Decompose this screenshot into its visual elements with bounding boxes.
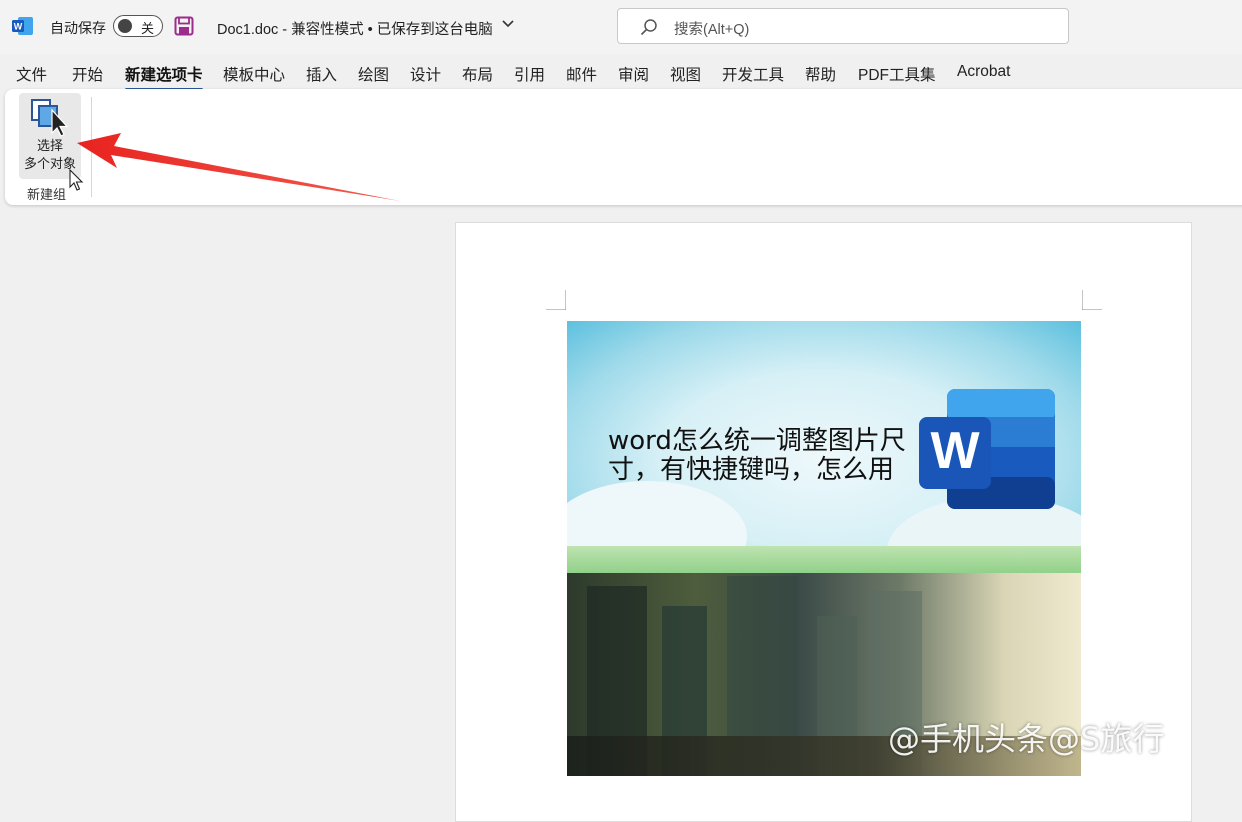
tab-references[interactable]: 引用 xyxy=(514,63,545,85)
tab-help[interactable]: 帮助 xyxy=(805,63,836,85)
tab-home[interactable]: 开始 xyxy=(72,63,103,85)
toggle-knob xyxy=(118,19,132,33)
tab-mailings[interactable]: 邮件 xyxy=(566,63,597,85)
watermark-text: @手机头条@S旅行 xyxy=(888,720,1165,758)
ribbon-separator xyxy=(91,97,92,197)
tab-acrobat[interactable]: Acrobat xyxy=(957,63,1010,81)
search-icon xyxy=(640,19,657,36)
tab-view[interactable]: 视图 xyxy=(670,63,701,85)
autosave-state: 关 xyxy=(141,21,155,36)
tab-design[interactable]: 设计 xyxy=(410,63,441,85)
select-multiple-objects-button[interactable]: 选择 多个对象 xyxy=(19,93,81,179)
tab-review[interactable]: 审阅 xyxy=(618,63,649,85)
tab-file[interactable]: 文件 xyxy=(16,63,47,85)
grass-strip xyxy=(567,546,1081,574)
word-logo-icon: W xyxy=(919,389,1055,509)
tab-draw[interactable]: 绘图 xyxy=(358,63,389,85)
autosave-label: 自动保存 xyxy=(50,20,106,36)
ribbon-panel: 选择 多个对象 新建组 xyxy=(5,89,1242,205)
search-placeholder: 搜索(Alt+Q) xyxy=(674,22,750,38)
search-box[interactable]: 搜索(Alt+Q) xyxy=(617,8,1069,44)
ribbon-group-label: 新建组 xyxy=(27,187,67,202)
ribbon-tabs: 文件 开始 新建选项卡 模板中心 插入 绘图 设计 布局 引用 邮件 审阅 视图… xyxy=(0,60,1242,91)
select-objects-icon xyxy=(31,99,69,137)
mouse-cursor-icon xyxy=(69,169,84,191)
tab-new-tab[interactable]: 新建选项卡 xyxy=(125,63,203,91)
crop-mark xyxy=(546,290,566,310)
title-bar: W 自动保存 关 Doc1.doc - 兼容性模式 • 已保存到这台电脑 搜索(… xyxy=(0,0,1242,54)
select-button-label-1: 选择 xyxy=(36,138,63,153)
tab-template-center[interactable]: 模板中心 xyxy=(223,63,285,85)
image-caption: word怎么统一调整图片尺寸，有快捷键吗，怎么用 xyxy=(608,426,906,485)
chevron-down-icon[interactable] xyxy=(502,19,514,29)
word-logo-letter: W xyxy=(930,422,980,480)
tab-pdf-tools[interactable]: PDF工具集 xyxy=(858,63,936,85)
tab-insert[interactable]: 插入 xyxy=(306,63,337,85)
save-icon[interactable] xyxy=(174,16,194,36)
autosave-toggle[interactable]: 关 xyxy=(113,15,163,37)
tab-developer[interactable]: 开发工具 xyxy=(722,63,784,85)
cover-image[interactable]: word怎么统一调整图片尺寸，有快捷键吗，怎么用 W xyxy=(567,321,1081,574)
word-app-icon[interactable]: W xyxy=(12,16,34,36)
document-title[interactable]: Doc1.doc - 兼容性模式 • 已保存到这台电脑 xyxy=(217,18,493,39)
crop-mark xyxy=(1082,290,1102,310)
svg-text:W: W xyxy=(14,22,23,32)
tab-layout[interactable]: 布局 xyxy=(462,63,493,85)
